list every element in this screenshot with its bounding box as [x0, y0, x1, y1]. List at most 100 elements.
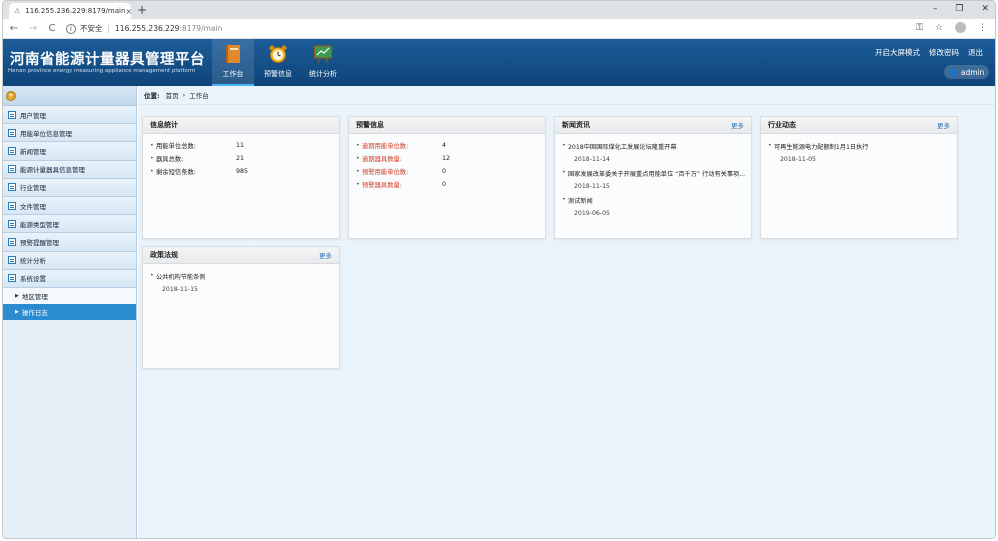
card-title-text: 信息统计	[150, 121, 178, 129]
industry-news-card: 行业动态 更多 • 可再生能源电力配额制1月1日执行 2018-11-05	[760, 116, 958, 239]
sidebar-subitem-operation-log[interactable]: ▶ 操作日志	[3, 303, 136, 320]
news-title[interactable]: 公共机构节能条例	[156, 272, 206, 281]
user-badge[interactable]: 👤 admin	[944, 65, 989, 79]
stat-label: 逾期用能单位数:	[362, 142, 409, 150]
sidebar-item-instruments[interactable]: 能源计量器具信息管理	[3, 160, 136, 179]
news-item[interactable]: • 测试新闻 2019-06-05	[555, 196, 751, 217]
chart-board-icon	[313, 45, 333, 64]
stat-label: 器具总数:	[156, 155, 184, 163]
stat-label: 用能单位总数:	[156, 142, 196, 150]
stat-row[interactable]: • 逾期用能单位数: 4	[349, 141, 545, 150]
breadcrumb-separator: ›	[182, 91, 186, 99]
news-title[interactable]: 可再生能源电力配额制1月1日执行	[774, 142, 869, 151]
app-subtitle: Henan province energy measuring applianc…	[8, 68, 196, 74]
policy-card: 政策法规 更多 • 公共机构节能条例 2018-11-15	[142, 246, 340, 369]
sidebar-item-label: 用能单位信息管理	[20, 129, 72, 138]
key-icon[interactable]: ⚿	[916, 23, 923, 33]
profile-avatar-icon[interactable]	[955, 22, 966, 33]
more-link[interactable]: 更多	[319, 250, 332, 260]
info-icon[interactable]: i	[66, 23, 76, 34]
window-controls: – ❐ ✕	[933, 2, 989, 16]
breadcrumb-current: 工作台	[189, 92, 209, 100]
bookmark-star-icon[interactable]: ☆	[935, 23, 943, 33]
menu-list-icon	[8, 128, 16, 137]
user-name: admin	[960, 67, 985, 77]
card-title: 行业动态 更多	[761, 117, 957, 134]
menu-list-icon	[8, 256, 16, 265]
news-item[interactable]: • 公共机构节能条例 2018-11-15	[143, 272, 339, 293]
browser-window: ⚠ 116.255.236.229:8179/main × + – ❐ ✕ ← …	[2, 0, 996, 539]
address-bar[interactable]: i 不安全 | 116.255.236.229 :8179/main	[66, 23, 222, 34]
sidebar-item-label: 新闻管理	[20, 147, 46, 156]
news-item[interactable]: • 2018中国国际煤化工发展论坛隆重开幕 2018-11-14	[555, 142, 751, 163]
close-window-button[interactable]: ✕	[981, 2, 989, 16]
news-card: 新闻资讯 更多 • 2018中国国际煤化工发展论坛隆重开幕 2018-11-14 •…	[554, 116, 752, 239]
browser-menu-icon[interactable]: ⋮	[978, 23, 987, 33]
stat-label: 剩余短信条数:	[156, 168, 196, 176]
sidebar-item-settings[interactable]: 系统设置	[3, 269, 136, 288]
nav-statistics-label: 统计分析	[309, 70, 337, 78]
stat-label: 预警器具数量:	[362, 181, 402, 189]
back-button[interactable]: ←	[6, 23, 22, 34]
sidebar-item-statistics[interactable]: 统计分析	[3, 251, 136, 270]
minimize-button[interactable]: –	[933, 2, 938, 16]
sidebar-item-label: 用户管理	[20, 111, 46, 120]
sidebar-subitem-regions[interactable]: ▶ 地区管理	[3, 287, 136, 304]
news-title[interactable]: 测试新闻	[568, 196, 593, 205]
browser-tab[interactable]: ⚠ 116.255.236.229:8179/main ×	[9, 3, 132, 19]
tab-close-icon[interactable]: ×	[125, 7, 132, 16]
page-favicon-icon: ⚠	[14, 7, 21, 15]
tab-title: 116.255.236.229:8179/main	[25, 7, 126, 15]
stat-row[interactable]: • 预警用能单位数: 0	[349, 167, 545, 176]
nav-workbench[interactable]: 工作台	[212, 39, 254, 86]
sidebar-item-news[interactable]: 新闻管理	[3, 142, 136, 161]
sidebar-subitem-label: 地区管理	[21, 292, 48, 301]
news-title[interactable]: 2018中国国际煤化工发展论坛隆重开幕	[568, 142, 677, 151]
url-host: 116.255.236.229	[115, 24, 180, 33]
main-content: 位置: 首页 › 工作台 信息统计 • 用能单位总数: 11 • 器具总数: 21 • 剩…	[138, 86, 995, 538]
url-separator: |	[107, 24, 111, 33]
sidebar-item-energy-types[interactable]: 能源类型管理	[3, 215, 136, 234]
sidebar-item-label: 能源计量器具信息管理	[20, 166, 85, 175]
stat-row[interactable]: • 预警器具数量: 0	[349, 180, 545, 189]
sidebar-item-label: 预警提醒管理	[20, 238, 59, 247]
sidebar-item-users[interactable]: 用户管理	[3, 106, 136, 125]
info-stats-card: 信息统计 • 用能单位总数: 11 • 器具总数: 21 • 剩余短信条数: 985	[142, 116, 340, 239]
card-title-text: 预警信息	[356, 121, 384, 129]
breadcrumb-home[interactable]: 首页	[166, 90, 179, 100]
sidebar-subitem-label: 操作日志	[21, 308, 48, 317]
nav-alerts[interactable]: 预警信息	[257, 39, 299, 86]
more-link[interactable]: 更多	[731, 120, 744, 130]
card-title-text: 政策法规	[150, 251, 178, 259]
sidebar-item-label: 系统设置	[20, 275, 46, 284]
news-date: 2018-11-15	[574, 183, 610, 190]
menu-list-icon	[8, 183, 16, 192]
card-title: 信息统计	[143, 117, 339, 134]
sidebar-item-industry[interactable]: 行业管理	[3, 178, 136, 197]
stat-value: 0	[442, 167, 447, 175]
fullscreen-mode-link[interactable]: 开启大屏模式	[875, 47, 920, 58]
reload-button[interactable]: C	[44, 23, 60, 34]
sidebar-item-energy-units[interactable]: 用能单位信息管理	[3, 124, 136, 143]
news-item[interactable]: • 国家发展改革委关于开展重点用能单位 “百千万” 行动有关事项... 2018-…	[555, 169, 751, 190]
stat-label: 逾期器具数量:	[362, 155, 402, 163]
change-password-link[interactable]: 修改密码	[929, 47, 959, 58]
menu-list-icon	[8, 274, 16, 283]
maximize-button[interactable]: ❐	[955, 2, 963, 16]
sidebar-item-files[interactable]: 文件管理	[3, 196, 136, 216]
stat-row[interactable]: • 逾期器具数量: 12	[349, 154, 545, 163]
stat-value: 21	[236, 154, 245, 162]
forward-button[interactable]: →	[25, 23, 41, 34]
news-title[interactable]: 国家发展改革委关于开展重点用能单位 “百千万” 行动有关事项...	[568, 169, 745, 178]
logout-link[interactable]: 退出	[968, 47, 983, 58]
nav-statistics[interactable]: 统计分析	[302, 39, 344, 86]
new-tab-button[interactable]: +	[137, 3, 147, 17]
collapse-toggle-icon[interactable]: ▾	[6, 90, 16, 101]
user-icon: 👤	[948, 67, 958, 77]
sidebar-item-alert-reminders[interactable]: 预警提醒管理	[3, 233, 136, 252]
news-date: 2019-06-05	[574, 210, 610, 217]
alert-info-card: 预警信息 • 逾期用能单位数: 4 • 逾期器具数量: 12 • 预警用能单位数: 0 • 预…	[348, 116, 546, 239]
more-link[interactable]: 更多	[937, 120, 950, 130]
news-item[interactable]: • 可再生能源电力配额制1月1日执行 2018-11-05	[761, 142, 957, 163]
stat-value: 12	[442, 154, 451, 162]
